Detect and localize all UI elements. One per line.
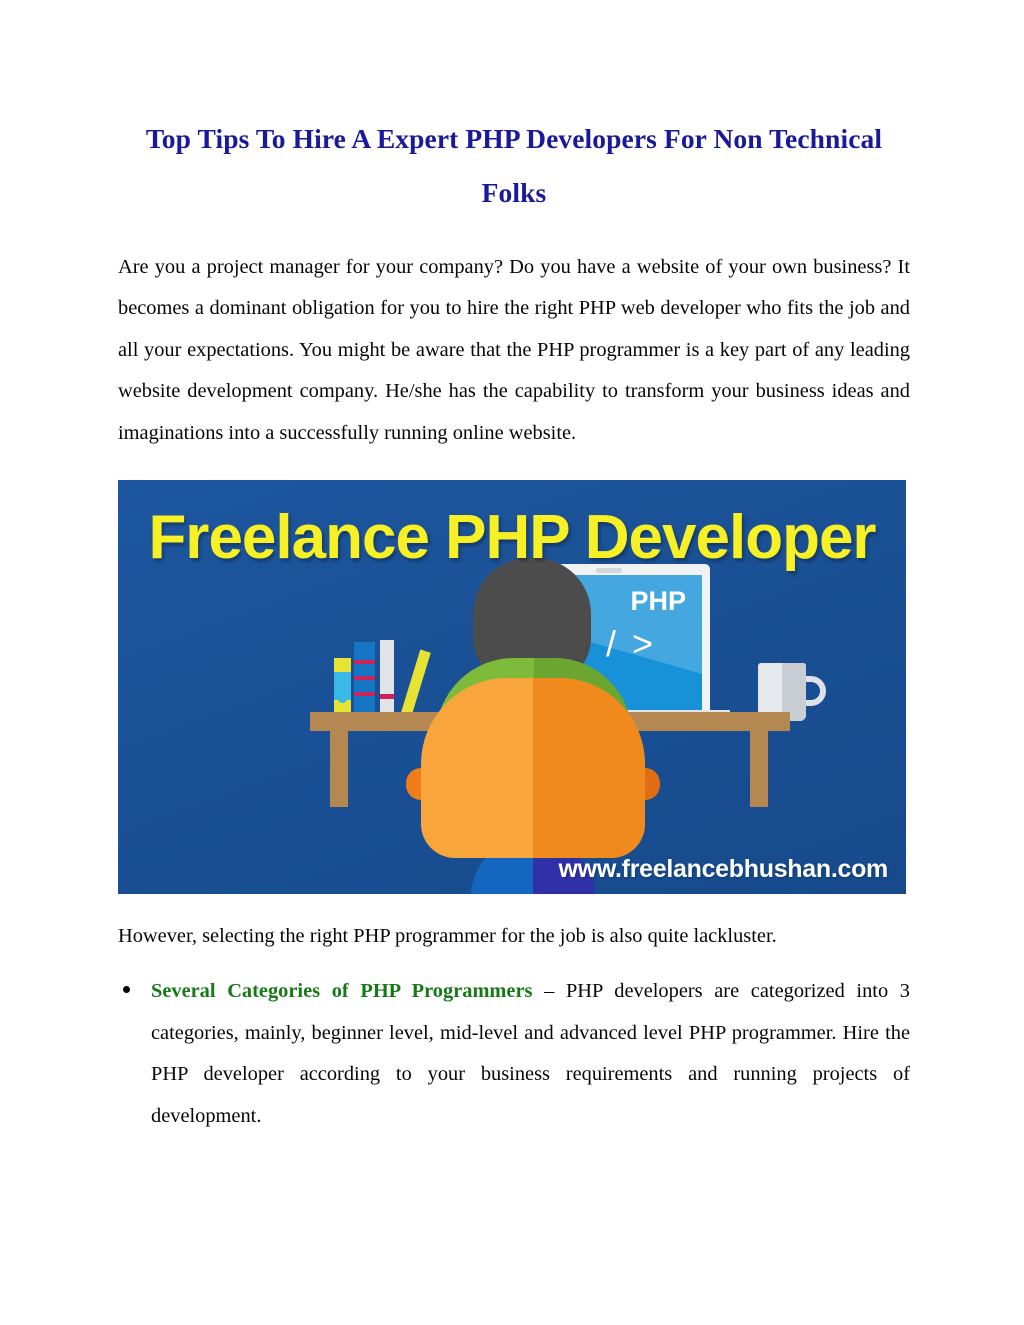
desk-leg-right bbox=[750, 730, 768, 807]
page-title: Top Tips To Hire A Expert PHP Developers… bbox=[145, 123, 883, 209]
bullet-lead-label: Several Categories of PHP Programmers bbox=[151, 980, 533, 1003]
document-content: Top Tips To Hire A Expert PHP Developers… bbox=[118, 112, 910, 1137]
bullet-dot-icon bbox=[123, 986, 130, 994]
list-item: Several Categories of PHP Programmers – … bbox=[118, 971, 910, 1137]
banner-headline: Freelance PHP Developer bbox=[148, 502, 876, 572]
after-image-paragraph: However, selecting the right PHP program… bbox=[118, 924, 777, 947]
book-white-icon bbox=[380, 639, 394, 712]
book-blue-stripe-icon bbox=[354, 691, 375, 696]
freelance-php-developer-banner: PHP < / > Freelance PHP Developer www.fr… bbox=[118, 479, 906, 894]
intro-paragraph: Are you a project manager for your compa… bbox=[118, 255, 910, 444]
book-blue-stripe-icon bbox=[354, 675, 375, 680]
book-blue-stripe-icon bbox=[354, 659, 375, 664]
desk-leg-left bbox=[330, 730, 348, 807]
document-page: Top Tips To Hire A Expert PHP Developers… bbox=[0, 0, 1024, 1325]
book-white-stripe-icon bbox=[380, 693, 394, 699]
bullet-list: Several Categories of PHP Programmers – … bbox=[118, 971, 910, 1137]
book-yellow-dot-icon bbox=[338, 693, 347, 703]
banner-website-url: www.freelancebhushan.com bbox=[558, 854, 889, 883]
